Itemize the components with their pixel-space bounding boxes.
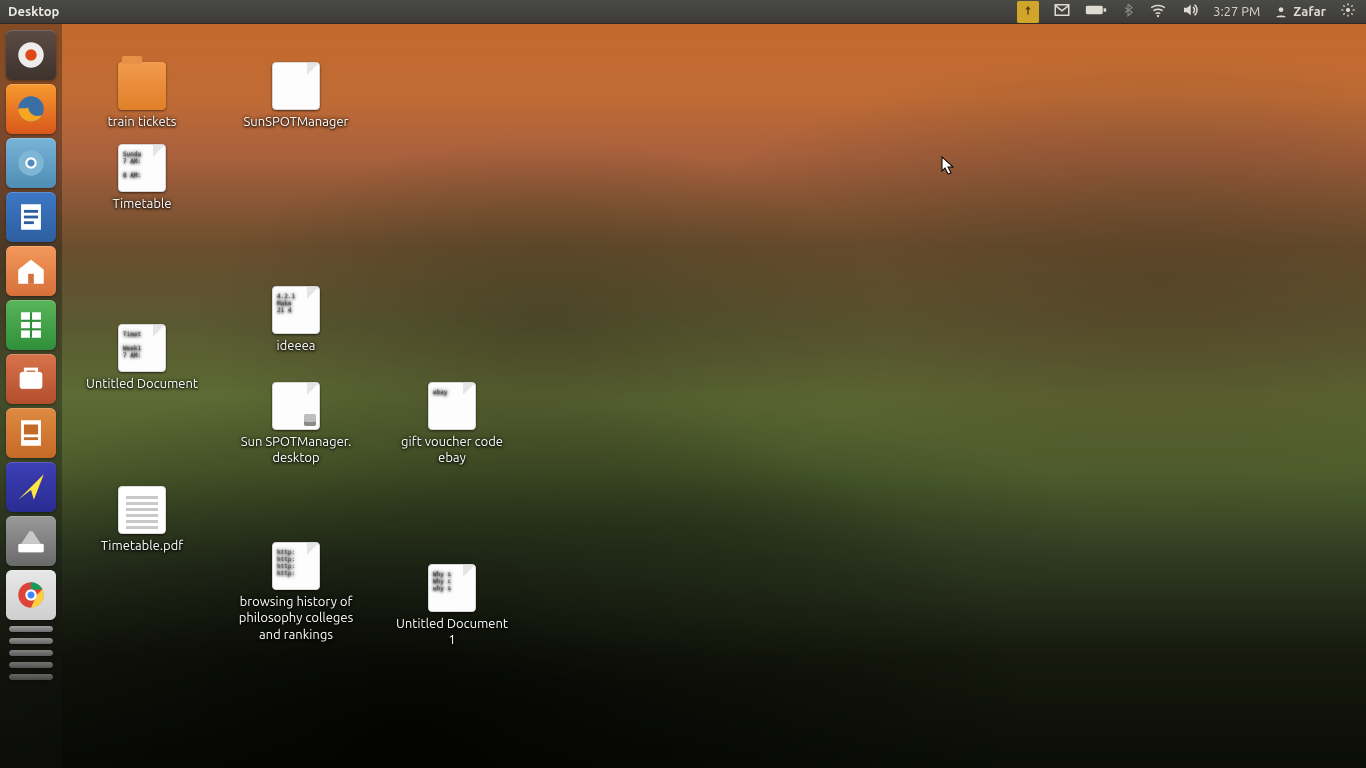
launcher-scanner[interactable]: [6, 516, 56, 566]
indicators: 3:27 PM Zafar: [1017, 1, 1366, 23]
file-icon: Sunda 7 AM: 8 AM:: [118, 144, 166, 192]
launcher-nautilus-home[interactable]: [6, 246, 56, 296]
desktop-icon-label: ideeea: [226, 338, 366, 354]
bluetooth-icon[interactable]: [1121, 3, 1135, 20]
user-menu[interactable]: Zafar: [1274, 5, 1326, 19]
window-title: Desktop: [8, 5, 59, 19]
desktop-icon-label: Untitled Document: [72, 376, 212, 392]
desktop-icon-untitled-doc-1[interactable]: Why s Why c why s Untitled Document 1: [382, 564, 522, 649]
launcher-location-app[interactable]: [6, 462, 56, 512]
desktop-icon-label: Sun SPOTManager. desktop: [226, 434, 366, 467]
launcher-ubuntu-software[interactable]: [6, 354, 56, 404]
folder-icon: [118, 62, 166, 110]
launcher: [0, 24, 62, 768]
user-icon: [1274, 5, 1288, 19]
desktop-icon-sunspot-jnlp[interactable]: SunSPOTManager: [226, 62, 366, 130]
desktop-icon-label: Timetable.pdf: [72, 538, 212, 554]
desktop-icon-untitled-doc[interactable]: Timet Week1 7 AM: Untitled Document: [72, 324, 212, 392]
desktop-icon-label: SunSPOTManager: [226, 114, 366, 130]
launcher-google-chrome[interactable]: [6, 570, 56, 620]
top-panel: Desktop 3:27 PM Zafar: [0, 0, 1366, 24]
battery-icon[interactable]: [1085, 3, 1107, 20]
launcher-chromium[interactable]: [6, 138, 56, 188]
mail-icon[interactable]: [1053, 1, 1071, 22]
wifi-icon[interactable]: [1149, 1, 1167, 22]
file-icon: Timet Week1 7 AM:: [118, 324, 166, 372]
file-icon: Why s Why c why s: [428, 564, 476, 612]
launcher-overflow-bar[interactable]: [9, 650, 53, 656]
volume-icon[interactable]: [1181, 1, 1199, 22]
file-icon: 4.2.1 Make 21 4: [272, 286, 320, 334]
session-cog-icon[interactable]: [1340, 2, 1356, 21]
desktop-icon-timetable[interactable]: Sunda 7 AM: 8 AM: Timetable: [72, 144, 212, 212]
desktop-icon-label: browsing history of philosophy colleges …: [226, 594, 366, 643]
desktop-icon-label: Timetable: [72, 196, 212, 212]
desktop-icon-label: gift voucher code ebay: [382, 434, 522, 467]
launcher-overflow-bar[interactable]: [9, 674, 53, 680]
launcher-overflow-bar[interactable]: [9, 638, 53, 644]
clock[interactable]: 3:27 PM: [1213, 5, 1260, 19]
launcher-dash-home[interactable]: [6, 30, 56, 80]
launcher-libreoffice-calc[interactable]: [6, 300, 56, 350]
launcher-libreoffice-writer[interactable]: [6, 192, 56, 242]
desktop-icon-browsing-history[interactable]: http: http: http: http:browsing history …: [226, 542, 366, 643]
desktop-icon-sunspot-desktop[interactable]: Sun SPOTManager. desktop: [226, 382, 366, 467]
desktop-icon-ideeea[interactable]: 4.2.1 Make 21 4 ideeea: [226, 286, 366, 354]
cursor-icon: [941, 156, 955, 176]
desktop[interactable]: train tickets SunSPOTManager Sunda 7 AM: 8…: [0, 24, 1366, 768]
file-icon: [118, 486, 166, 534]
launcher-firefox[interactable]: [6, 84, 56, 134]
update-manager-icon[interactable]: [1017, 1, 1039, 23]
desktop-icon-train-tickets[interactable]: train tickets: [72, 62, 212, 130]
file-icon: [272, 62, 320, 110]
file-icon: http: http: http: http:: [272, 542, 320, 590]
desktop-icon-label: train tickets: [72, 114, 212, 130]
launcher-libreoffice-impress[interactable]: [6, 408, 56, 458]
desktop-icon-label: Untitled Document 1: [382, 616, 522, 649]
launcher-overflow-bar[interactable]: [9, 662, 53, 668]
desktop-icon-timetable-pdf[interactable]: Timetable.pdf: [72, 486, 212, 554]
desktop-icon-gift-voucher[interactable]: ebay gift voucher code ebay: [382, 382, 522, 467]
file-icon: ebay: [428, 382, 476, 430]
file-icon: [272, 382, 320, 430]
launcher-overflow-bar[interactable]: [9, 626, 53, 632]
